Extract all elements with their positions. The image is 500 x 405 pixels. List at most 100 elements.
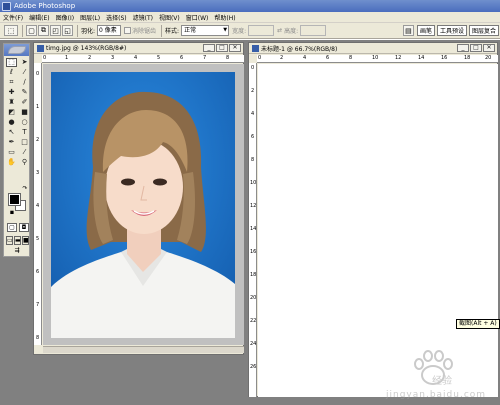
menu-filter[interactable]: 滤镜(T) [130,13,156,22]
ruler-label: 8 [36,335,40,341]
ruler-label: 10 [250,180,257,186]
menu-select[interactable]: 选择(S) [103,13,130,22]
foreground-color-swatch[interactable] [8,193,21,206]
screen-mode-full-menu-icon[interactable]: ▬ [14,236,21,245]
ruler-label: 0 [43,55,47,61]
ruler-label: 4 [251,111,255,117]
ruler-label: 16 [441,55,448,61]
style-select[interactable]: 正常 ▼ [181,25,230,36]
ruler-label: 3 [111,55,115,61]
maximize-button[interactable]: □ [216,44,228,52]
vertical-ruler: 0 2 4 6 8 10 12 14 16 18 20 22 24 26 [249,63,257,397]
pen-icon[interactable]: ✒ [6,138,17,147]
menu-layer[interactable]: 图层(L) [77,13,103,22]
file-browser-icon[interactable]: ▤ [402,25,414,36]
subtract-selection-icon[interactable]: ◰ [50,25,61,36]
new-selection-icon[interactable]: ▢ [26,25,37,36]
document-window-photo[interactable]: timg.jpg @ 143%(RGB/8#) _ □ ✕ 0 1 2 3 4 … [33,42,244,355]
width-label: 宽度: [232,28,247,35]
path-select-icon[interactable]: ↖ [6,128,17,137]
horizontal-ruler: 0 2 4 6 8 10 12 14 16 18 20 [257,55,498,63]
screen-mode-full-icon[interactable]: ■ [22,236,29,245]
ruler-label: 0 [36,71,40,77]
height-input[interactable] [300,25,327,36]
menu-window[interactable]: 窗口(W) [183,13,212,22]
ruler-label: 14 [418,55,425,61]
eraser-icon[interactable]: ◩ [6,108,17,117]
quick-mask-icon[interactable]: ◘ [19,223,29,232]
shape-icon[interactable]: □ [19,138,30,147]
eyedropper-icon[interactable]: ⁄ [19,148,30,157]
hand-icon[interactable]: ✋ [6,158,17,167]
move-icon[interactable]: ➤ [19,58,30,67]
dodge-icon[interactable]: ○ [19,118,30,127]
toolbox-header[interactable] [4,44,29,56]
separator [161,24,163,37]
feather-label: 羽化: [81,28,96,35]
brush-icon[interactable]: ✎ [19,88,30,97]
maximize-button[interactable]: □ [470,44,482,52]
document-title-bar[interactable]: timg.jpg @ 143%(RGB/8#) _ □ ✕ [34,43,243,54]
separator [22,24,23,37]
gradient-icon[interactable]: ■ [19,108,30,117]
blur-icon[interactable]: ● [6,118,17,127]
intersect-selection-icon[interactable]: ◱ [62,25,73,36]
feather-input[interactable]: 0 像素 [97,25,122,36]
healing-icon[interactable]: ✚ [6,88,17,97]
menu-image[interactable]: 图像(I) [53,13,77,22]
default-colors-icon[interactable]: ◾ [7,209,17,218]
ruler-label: 4 [134,55,138,61]
app-title-bar: Adobe Photoshop [0,0,500,12]
app-title: Adobe Photoshop [14,2,76,10]
notes-icon[interactable]: ▭ [6,148,17,157]
document-window-new[interactable]: 未标题-1 @ 66.7%(RGB/8) _ □ ✕ 0 2 4 6 8 10 … [248,42,498,397]
type-icon[interactable]: T [19,128,30,137]
screen-mode-standard-icon[interactable]: ▭ [6,236,13,245]
ruler-label: 1 [65,55,69,61]
menu-view[interactable]: 视图(V) [156,13,183,22]
standard-mode-icon[interactable]: ▢ [7,223,17,232]
ruler-label: 2 [36,137,40,143]
swap-colors-icon[interactable]: ↷ [20,185,30,194]
portrait-photo[interactable] [51,72,235,338]
document-title-bar[interactable]: 未标题-1 @ 66.7%(RGB/8) _ □ ✕ [249,43,497,54]
stamp-icon[interactable]: ♜ [6,98,17,107]
palette-tab-brushes[interactable]: 画笔 [416,25,435,36]
swap-icon[interactable]: ⇄ [277,27,282,34]
marquee-icon[interactable]: ⬚ [6,58,17,67]
add-selection-icon[interactable]: ⧉ [38,25,49,36]
style-label: 样式: [165,28,180,35]
ruler-label: 4 [36,203,40,209]
minimize-button[interactable]: _ [457,44,469,52]
ruler-label: 8 [349,55,353,61]
history-brush-icon[interactable]: ✐ [19,98,30,107]
style-select-value: 正常 [184,27,197,34]
horizontal-scrollbar[interactable] [43,346,244,353]
tool-preset-picker[interactable]: ⬚ [4,25,18,36]
close-button[interactable]: ✕ [483,44,495,52]
canvas-area[interactable] [43,64,244,345]
width-input[interactable] [248,25,275,36]
palette-tab-tool-presets[interactable]: 工具预设 [436,25,467,36]
ruler-label: 7 [36,302,40,308]
window-controls: _ □ ✕ [457,44,495,52]
slice-icon[interactable]: ∕ [19,78,30,87]
zoom-icon[interactable]: ⚲ [19,158,30,167]
magic-wand-icon[interactable]: ⁄ [19,68,30,77]
antialias-checkbox[interactable] [124,27,132,34]
ruler-label: 6 [251,134,255,140]
watermark-en-text: jingyan.baidu.com [386,390,487,400]
crop-icon[interactable]: ⌗ [6,78,17,87]
lasso-icon[interactable]: ℓ [6,68,17,77]
separator [77,24,78,37]
jump-to-imageready-icon[interactable]: ⇶ [12,247,22,256]
close-button[interactable]: ✕ [229,44,241,52]
menu-help[interactable]: 帮助(H) [211,13,238,22]
minimize-button[interactable]: _ [203,44,215,52]
palette-tab-layer-comps[interactable]: 图层复合 [468,25,499,36]
ruler-label: 0 [258,55,262,61]
menu-file[interactable]: 文件(F) [0,13,26,22]
ruler-label: 0 [251,65,255,71]
menu-edit[interactable]: 编辑(E) [26,13,52,22]
chevron-down-icon: ▼ [223,27,228,33]
